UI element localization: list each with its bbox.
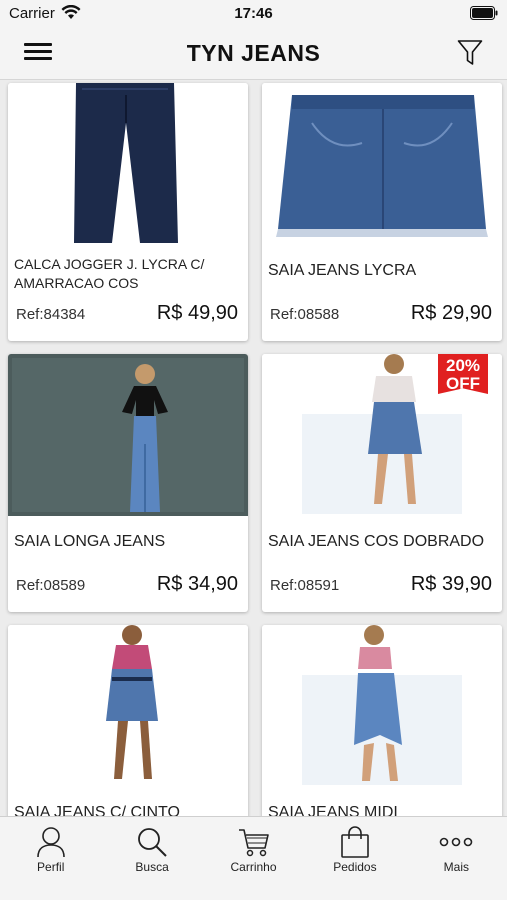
product-card[interactable]: SAIA LONGA JEANS Ref:08589 R$ 34,90 [8,354,248,612]
product-name: SAIA JEANS COS DOBRADO [268,533,485,550]
product-name: CALCA JOGGER J. LYCRA C/ AMARRACAO COS [14,256,205,291]
product-card[interactable]: 20% OFF SAIA JEANS COS DOBRADO Ref:08591… [262,354,502,612]
product-card[interactable]: SAIA JEANS MIDI [262,625,502,816]
product-image-midi-skirt [262,625,502,787]
app-screen: Carrier 17:46 TYN JEANS CALCA JOGGER J. … [0,0,507,900]
product-name: SAIA JEANS MIDI [268,804,398,816]
more-dots-icon [440,837,473,847]
tab-carrinho[interactable]: Carrinho [203,817,304,900]
tab-label: Perfil [37,860,65,874]
tab-label: Carrinho [230,860,277,874]
product-price: R$ 34,90 [156,573,238,595]
product-image-denim-skirt [262,83,502,245]
discount-badge: 20% OFF [438,354,488,394]
tab-label: Mais [443,860,469,874]
product-price: R$ 49,90 [156,302,238,324]
tab-bar: Perfil Busca Carrinho Pedidos Mais [0,816,507,900]
shopping-bag-icon [341,826,369,858]
product-card[interactable]: CALCA JOGGER J. LYCRA C/ AMARRACAO COS R… [8,83,248,341]
tab-perfil[interactable]: Perfil [0,817,101,900]
product-card[interactable]: SAIA JEANS C/ CINTO [8,625,248,816]
filter-icon[interactable] [457,39,483,67]
product-ref: Ref:08589 [16,577,86,594]
tab-label: Pedidos [333,860,377,874]
search-icon [138,828,167,857]
nav-bar: TYN JEANS [0,28,507,80]
product-image-jogger-pants [8,83,248,245]
product-ref: Ref:08591 [270,577,340,594]
tab-busca[interactable]: Busca [101,817,202,900]
product-image-folded-skirt: 20% OFF [262,354,502,516]
page-title: TYN JEANS [186,40,321,66]
cart-icon [238,829,269,857]
product-card[interactable]: SAIA JEANS LYCRA Ref:08588 R$ 29,90 [262,83,502,341]
product-image-belted-skirt [8,625,248,787]
battery-icon [470,6,498,20]
product-ref: Ref:08588 [270,306,340,323]
product-price: R$ 39,90 [410,573,492,595]
status-time: 17:46 [234,5,273,22]
product-name: SAIA LONGA JEANS [14,533,166,550]
tab-label: Busca [135,860,169,874]
status-bar: Carrier 17:46 [0,0,507,28]
product-price: R$ 29,90 [410,302,492,324]
product-image-long-skirt [8,354,248,516]
product-name: SAIA JEANS LYCRA [268,262,417,279]
tab-pedidos[interactable]: Pedidos [304,817,405,900]
product-name: SAIA JEANS C/ CINTO [14,804,180,816]
product-grid: CALCA JOGGER J. LYCRA C/ AMARRACAO COS R… [0,81,507,816]
product-ref: Ref:84384 [16,306,86,323]
tab-mais[interactable]: Mais [406,817,507,900]
person-icon [36,827,65,858]
